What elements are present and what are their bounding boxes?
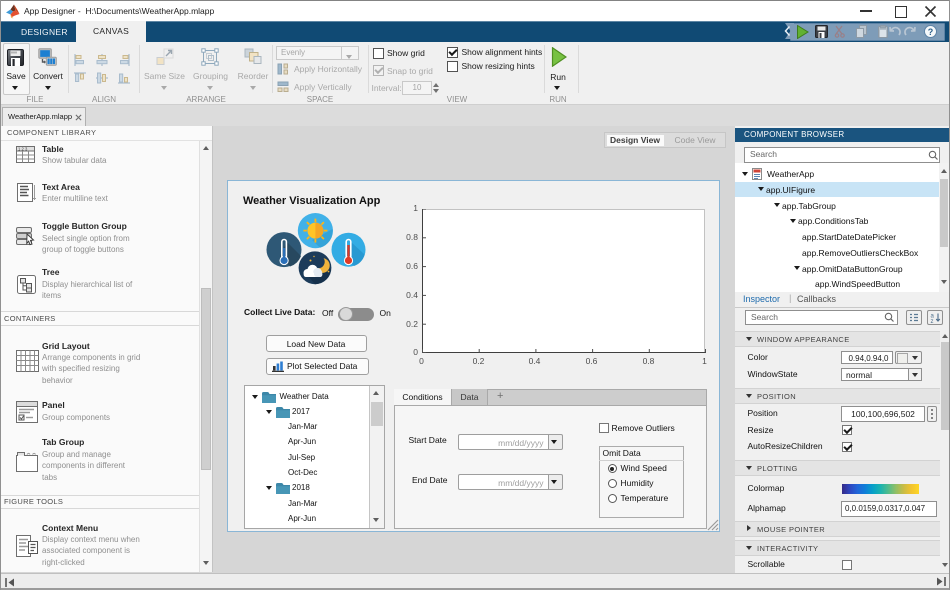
svg-text:1 2 3: 1 2 3 — [18, 146, 28, 151]
svg-text:z: z — [931, 319, 934, 324]
